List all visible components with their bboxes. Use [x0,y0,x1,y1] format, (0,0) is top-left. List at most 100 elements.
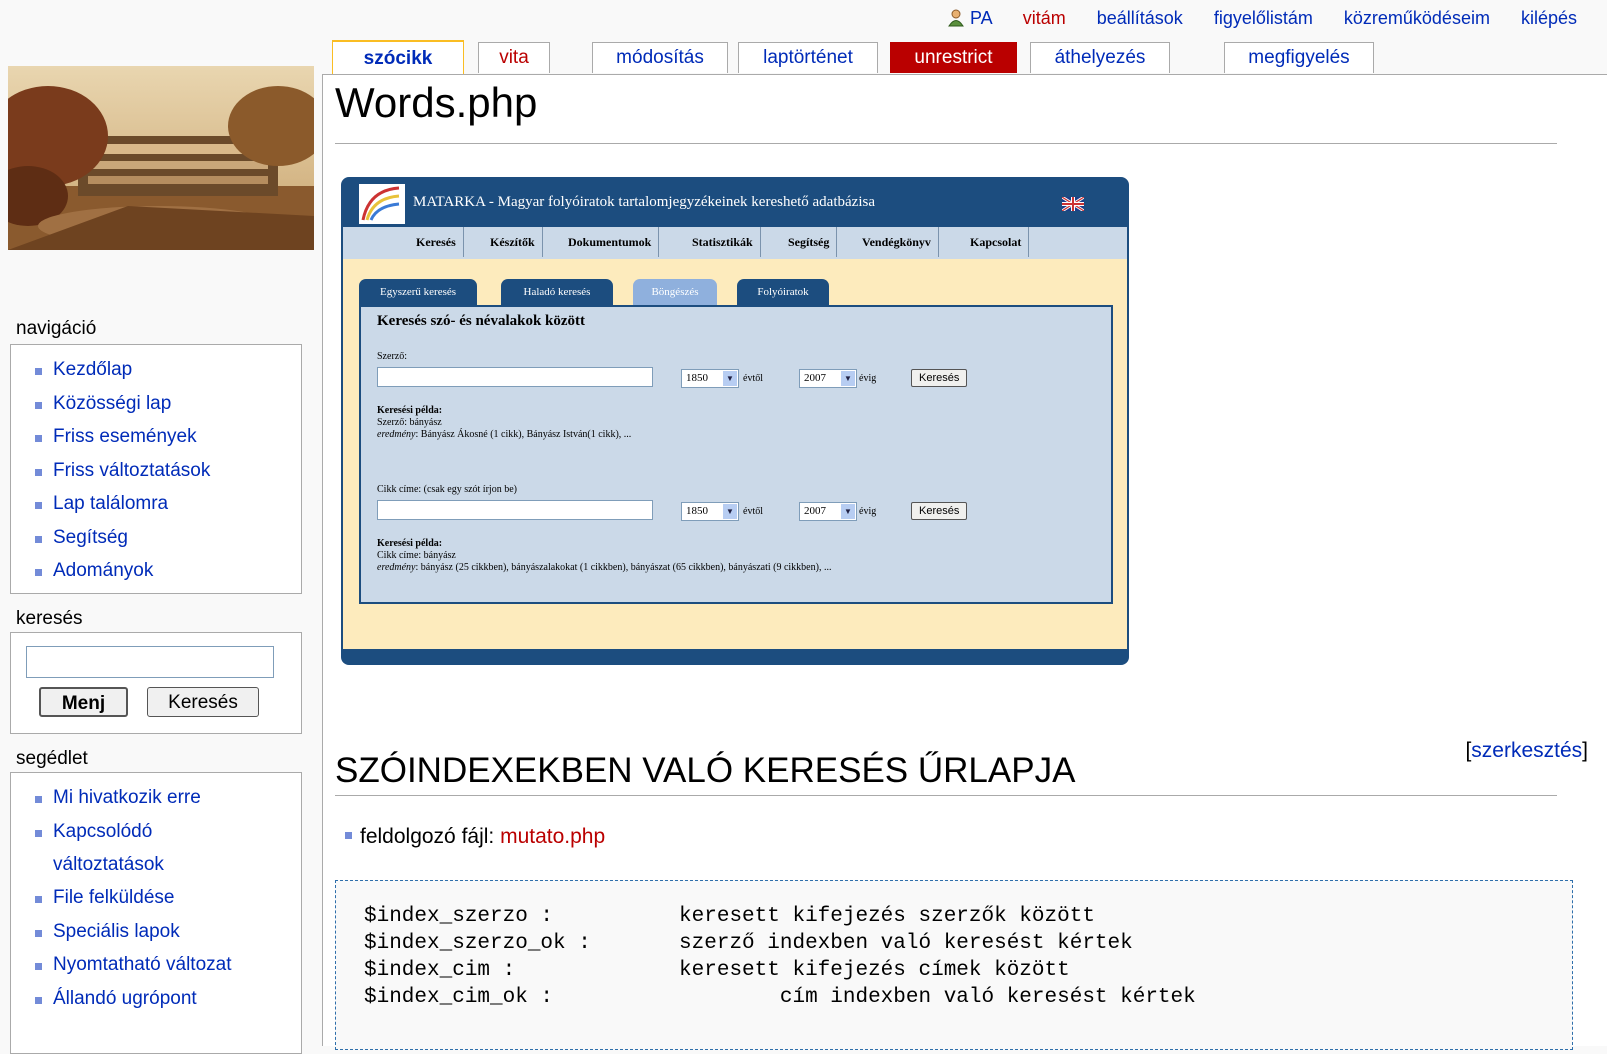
shot-title-input [377,500,653,520]
section-edit: [szerkesztés] [1465,739,1588,763]
contributions-link[interactable]: közreműködéseim [1344,8,1490,28]
shot-title-panel: Cikk címe: (csak egy szót írjon be) 1850… [359,464,1113,604]
related-changes-line2: változtatások [53,854,164,875]
sidebar-item-donations[interactable]: Adományok [29,554,301,588]
uk-flag-icon [1062,197,1084,211]
title-divider [335,143,1557,144]
personal-tools: PA vitám beállítások figyelőlistám közre… [948,8,1577,29]
tab-unrestrict[interactable]: unrestrict [890,42,1017,73]
shot-search-button: Keresés [911,369,968,387]
tab-move[interactable]: áthelyezés [1030,42,1170,73]
sidebar-item-recent-changes[interactable]: Friss változtatások [29,454,301,488]
section-edit-link[interactable]: szerkesztés [1471,739,1582,762]
chevron-down-icon: ▼ [723,504,737,519]
code-line: $index_szerzo : keresett kifejezés szerz… [364,905,1095,928]
shot-to-suffix: évig [859,506,877,517]
shot-menu-item: Segítség [781,227,838,257]
shot-search-button: Keresés [911,502,968,520]
user-icon [948,9,964,27]
chevron-down-icon: ▼ [841,504,855,519]
shot-to-suffix: évig [859,373,877,384]
site-logo[interactable] [8,66,314,250]
shot-result-label: eredmény [377,562,416,573]
logout-link[interactable]: kilépés [1521,8,1577,28]
sidebar-item-upload-file[interactable]: File felküldése [29,881,301,915]
section-heading: SZÓINDEXEKBEN VALÓ KERESÉS ŰRLAPJA [335,751,1076,790]
chevron-down-icon: ▼ [841,371,855,386]
username: PA [970,8,992,28]
sidebar-item-related-changes[interactable]: Kapcsolódó változtatások [29,815,301,882]
code-line: $index_cim : keresett kifejezés címek kö… [364,959,1070,982]
edit-bracket-close: ] [1582,739,1588,762]
sidebar-item-help[interactable]: Segítség [29,521,301,555]
shot-menu-item: Készítők [483,227,543,257]
processor-file-label: feldolgozó fájl: [360,825,501,848]
sidebar-item-special-pages[interactable]: Speciális lapok [29,915,301,949]
page-title: Words.php [335,79,538,126]
shot-subtab: Folyóiratok [737,279,829,305]
tab-article[interactable]: szócikk [332,40,464,76]
sidebar-item-current-events[interactable]: Friss események [29,420,301,454]
search-button[interactable]: Keresés [147,687,259,717]
matarka-screenshot: MATARKA - Magyar folyóiratok tartalomjeg… [341,177,1129,665]
code-block: $index_szerzo : keresett kifejezés szerz… [335,880,1573,1050]
shot-author-input [377,367,653,387]
shot-year-to-value: 2007 [804,505,826,517]
toolbox-portlet: Mi hivatkozik erre Kapcsolódó változtatás… [10,772,302,1054]
sidebar-item-community[interactable]: Közösségi lap [29,387,301,421]
shot-menu-item: Kapcsolat [963,227,1030,257]
shot-menu-item: Vendégkönyv [855,227,939,257]
content-area: Words.php MATARKA - Magyar folyóiratok t… [322,74,1607,1050]
shot-menu-item: Statisztikák [685,227,761,257]
logo-image [8,66,314,250]
search-title: keresés [16,608,83,629]
nav-title: navigáció [16,318,97,339]
tab-edit[interactable]: módosítás [592,42,728,73]
code-line: $index_szerzo_ok : szerző indexben való … [364,932,1133,955]
tab-watch[interactable]: megfigyelés [1224,42,1374,73]
shot-year-from-value: 1850 [686,505,708,517]
toolbox-title: segédlet [16,748,88,769]
shot-year-to-2: 2007 ▼ [799,502,857,521]
shot-subtab: Haladó keresés [501,279,613,305]
screenshot-header: MATARKA - Magyar folyóiratok tartalomjeg… [359,181,1127,227]
screenshot-menu: Keresés Készítők Dokumentumok Statisztik… [343,227,1127,259]
sidebar-item-permalink[interactable]: Állandó ugrópont [29,982,301,1016]
section-divider [335,795,1557,796]
shot-title-result: eredmény: bányász (25 cikkben), bányásza… [377,562,831,573]
shot-from-suffix: évtől [743,506,763,517]
my-talk-link[interactable]: vitám [1023,8,1066,28]
shot-title-label: Cikk címe: (csak egy szót írjon be) [377,484,517,495]
sidebar-item-random-page[interactable]: Lap találomra [29,487,301,521]
tab-discussion[interactable]: vita [478,42,550,73]
shot-panel-title: Keresés szó- és névalakok között [377,313,586,329]
shot-menu-item: Dokumentumok [561,227,660,257]
processor-file-link[interactable]: mutato.php [500,825,605,848]
tab-history[interactable]: laptörténet [738,42,878,73]
sidebar-item-printable[interactable]: Nyomtatható változat [29,948,301,982]
shot-year-to-value: 2007 [804,372,826,384]
preferences-link[interactable]: beállítások [1097,8,1183,28]
watchlist-link[interactable]: figyelőlistám [1214,8,1313,28]
shot-menu-item: Keresés [409,227,464,257]
shot-result-text: : bányász (25 cikkben), bányászalakokat … [415,562,832,573]
shot-from-suffix: évtől [743,373,763,384]
processor-file-item: feldolgozó fájl: mutato.php [345,825,605,849]
nav-portlet: Kezdőlap Közösségi lap Friss események F… [10,344,302,594]
code-line: $index_cim_ok : cím indexben való keresé… [364,986,1196,1009]
search-input[interactable] [26,646,274,678]
screenshot-header-title: MATARKA - Magyar folyóiratok tartalomjeg… [413,194,875,210]
sidebar-item-what-links-here[interactable]: Mi hivatkozik erre [29,781,301,815]
shot-year-to: 2007 ▼ [799,369,857,388]
chevron-down-icon: ▼ [723,371,737,386]
matarka-logo-icon [359,184,405,224]
shot-result-label: eredmény [377,429,416,440]
shot-example-label: Keresési példa: [377,405,443,416]
user-page-link[interactable]: PA [948,8,997,28]
shot-author-panel: Keresés szó- és névalakok között Szerző:… [359,305,1113,466]
shot-year-from: 1850 ▼ [681,369,739,388]
shot-subtab: Egyszerű keresés [359,279,477,305]
search-go-button[interactable]: Menj [39,687,128,717]
sidebar-item-main-page[interactable]: Kezdőlap [29,353,301,387]
shot-year-from-2: 1850 ▼ [681,502,739,521]
